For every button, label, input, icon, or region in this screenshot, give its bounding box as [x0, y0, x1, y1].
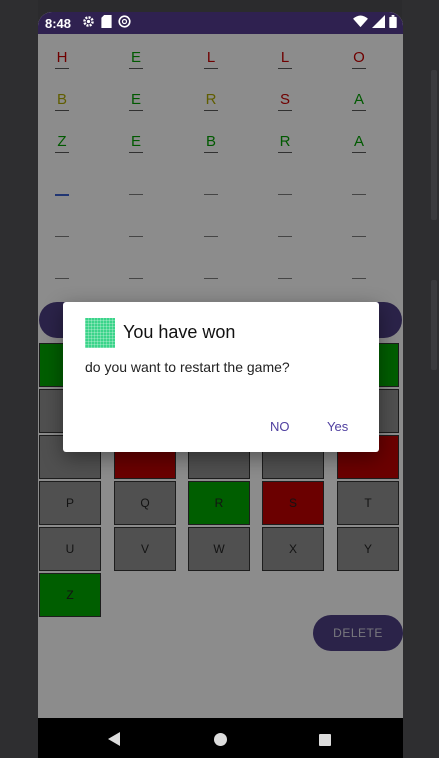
gear-icon [83, 16, 94, 27]
volume-button [431, 70, 437, 220]
sd-card-icon [101, 15, 112, 28]
status-bar: 8:48 [38, 12, 403, 34]
sync-icon [118, 15, 131, 28]
dialog-title: You have won [123, 322, 236, 342]
wifi-icon [353, 15, 368, 28]
status-time: 8:48 [45, 16, 72, 31]
signal-icon [372, 15, 385, 28]
dialog-message: do you want to restart the game? [85, 359, 290, 375]
win-dialog: You have won do you want to restart the … [63, 302, 379, 452]
back-icon[interactable] [108, 732, 120, 746]
phone-screen: 8:48 HELLOBERSAZEBRA PQRSTUVWXYZ DELETE … [38, 12, 403, 758]
no-button[interactable]: NO [270, 419, 290, 434]
power-button [431, 280, 437, 370]
app-icon [85, 318, 115, 348]
device-bezel-right [402, 0, 439, 758]
yes-button[interactable]: Yes [327, 419, 348, 434]
home-icon[interactable] [214, 733, 227, 746]
recents-icon[interactable] [319, 734, 331, 746]
battery-icon [389, 15, 397, 28]
device-bezel-left [0, 0, 38, 758]
navigation-bar [38, 718, 403, 758]
